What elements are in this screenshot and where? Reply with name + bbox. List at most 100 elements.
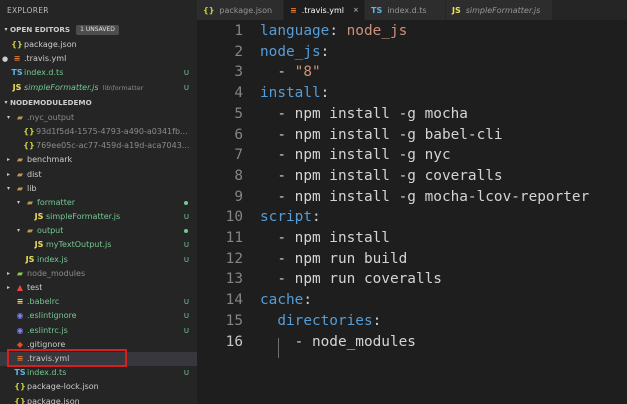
folder-open-icon: ▰ [16, 112, 24, 122]
tab-package-json[interactable]: {} package.json [197, 0, 284, 20]
folder-icon: ▰ [16, 155, 24, 165]
code-line[interactable]: 13 - npm run coveralls [197, 269, 627, 290]
open-editors-label: OPEN EDITORS [10, 25, 71, 34]
tab-travis-yml[interactable]: ≡ .travis.yml × [284, 0, 365, 20]
tree-folder-nyc-output[interactable]: ▾ ▰ .nyc_output [0, 111, 197, 125]
eslint-icon: ◉ [16, 311, 24, 321]
code-line[interactable]: 4 install: [197, 83, 627, 104]
code-text: script: [260, 209, 321, 226]
json-icon: {} [23, 126, 35, 136]
untracked-status: U [183, 312, 189, 321]
editor-tab-bar: {} package.json ≡ .travis.yml × TS index… [197, 0, 627, 20]
folder-open-icon: ▰ [16, 183, 24, 193]
code-line[interactable]: 10 script: [197, 207, 627, 228]
ts-icon: TS [371, 5, 383, 15]
line-number: 6 [234, 126, 243, 143]
code-line[interactable]: 7 - npm install -g nyc [197, 145, 627, 166]
tree-file-gitignore[interactable]: ◆ .gitignore [0, 338, 197, 352]
tree-file-nyc-2[interactable]: {} 769ee05c-ac77-459d-a19d-aca7043... [0, 139, 197, 153]
tree-file-package-lock[interactable]: {} package-lock.json [0, 380, 197, 394]
tree-file-my-text-output[interactable]: JS myTextOutput.js U [0, 238, 197, 252]
untracked-status: U [183, 298, 189, 307]
line-number: 11 [225, 230, 243, 246]
untracked-status: U [183, 326, 189, 335]
chevron-down-icon: ▾ [16, 227, 20, 235]
modified-dot-icon[interactable]: ● [0, 52, 10, 66]
unsaved-badge: 1 UNSAVED [76, 25, 119, 35]
code-line[interactable]: 6 - npm install -g babel-cli [197, 125, 627, 146]
tree-folder-test[interactable]: ▸ ▲ test [0, 281, 197, 295]
open-editor-simple-formatter[interactable]: JS simpleFormatter.js lib\formatter U [0, 81, 197, 95]
tree-folder-dist[interactable]: ▸ ▰ dist [0, 168, 197, 182]
tree-file-nyc-1[interactable]: {} 93d1f5d4-1575-4793-a490-a0341fb... [0, 125, 197, 139]
code-text: - npm run build [260, 250, 408, 267]
json-icon: {} [14, 382, 26, 392]
tree-folder-node-modules[interactable]: ▸ ▰ node_modules [0, 267, 197, 281]
tree-folder-output[interactable]: ▾ ▰ output [0, 224, 197, 238]
code-line[interactable]: 15 directories: [197, 311, 627, 332]
code-line[interactable]: 11 - npm install [197, 228, 627, 249]
tree-file-index-js[interactable]: JS index.js U [0, 253, 197, 267]
git-icon: ◆ [16, 339, 24, 349]
tab-index-d-ts[interactable]: TS index.d.ts [365, 0, 446, 20]
code-line[interactable]: 16 - node_modules [197, 332, 627, 353]
chevron-down-icon: ▾ [4, 98, 8, 106]
tree-folder-lib[interactable]: ▾ ▰ lib [0, 182, 197, 196]
explorer-title: EXPLORER [7, 6, 49, 15]
js-icon: JS [452, 5, 461, 15]
code-text: install: [260, 85, 330, 102]
ts-icon: TS [11, 68, 23, 78]
project-label: NODEMODULEDEMO [10, 97, 92, 107]
code-line[interactable]: 1 language: node_js [197, 21, 627, 42]
tree-folder-benchmark[interactable]: ▸ ▰ benchmark [0, 153, 197, 167]
line-number: 2 [234, 43, 243, 60]
tree-file-babelrc[interactable]: ≡ .babelrc U [0, 295, 197, 309]
js-icon: JS [34, 240, 44, 250]
tree-file-simple-formatter[interactable]: JS simpleFormatter.js U [0, 210, 197, 224]
line-number: 13 [225, 271, 243, 288]
tree-file-package-json[interactable]: {} package.json [0, 395, 197, 404]
js-icon: JS [12, 82, 22, 92]
open-editors-header[interactable]: ▾ OPEN EDITORS 1 UNSAVED [0, 22, 197, 38]
json-icon: {} [203, 5, 215, 15]
tab-simple-formatter[interactable]: JS simpleFormatter.js [446, 0, 553, 20]
untracked-status: U [183, 241, 189, 250]
code-line[interactable]: 5 - npm install -g mocha [197, 104, 627, 125]
changes-dot-icon [184, 229, 188, 234]
babel-icon: ≡ [16, 297, 24, 307]
tree-file-eslintignore[interactable]: ◉ .eslintignore U [0, 309, 197, 323]
code-text: - npm install [260, 230, 390, 246]
code-text: - npm install -g babel-cli [260, 126, 503, 143]
code-line[interactable]: 3 - "8" [197, 62, 627, 83]
line-number: 10 [225, 209, 243, 226]
tree-file-index-d-ts[interactable]: TS index.d.ts U [0, 366, 197, 380]
chevron-right-icon: ▸ [6, 156, 10, 164]
open-editor-package-json[interactable]: {} package.json [0, 38, 197, 52]
code-text: - npm run coveralls [260, 271, 442, 288]
tree-file-eslintrc[interactable]: ◉ .eslintrc.js U [0, 324, 197, 338]
close-icon[interactable]: × [353, 6, 359, 14]
chevron-right-icon: ▸ [6, 170, 10, 178]
code-line[interactable]: 14 cache: [197, 290, 627, 311]
code-line[interactable]: 12 - npm run build [197, 249, 627, 270]
code-editor[interactable]: 1 language: node_js 2 node_js: 3 - "8" 4 insta… [197, 20, 627, 404]
untracked-status: U [183, 83, 189, 92]
vscode-window: EXPLORER ▾ OPEN EDITORS 1 UNSAVED {} pac… [0, 0, 627, 404]
eslint-icon: ◉ [16, 325, 24, 335]
line-number: 12 [225, 250, 243, 267]
yml-icon: ≡ [16, 353, 24, 363]
code-line[interactable]: 8 - npm install -g coveralls [197, 166, 627, 187]
code-line[interactable]: 9 - npm install -g mocha-lcov-reporter [197, 187, 627, 208]
open-editor-index-d-ts[interactable]: TS index.d.ts U [0, 66, 197, 80]
open-editor-travis-yml[interactable]: ● ≡ .travis.yml [0, 52, 197, 66]
project-header[interactable]: ▾ NODEMODULEDEMO [0, 95, 197, 111]
tree-file-travis-yml[interactable]: ≡ .travis.yml [0, 351, 197, 367]
code-text: - npm install -g nyc [260, 147, 451, 164]
code-text: - "8" [260, 64, 321, 81]
code-text: node_js: [260, 43, 330, 60]
folder-open-icon: ▰ [26, 197, 34, 207]
tree-folder-formatter[interactable]: ▾ ▰ formatter [0, 196, 197, 210]
code-line[interactable]: 2 node_js: [197, 42, 627, 63]
js-icon: JS [25, 254, 35, 264]
file-path-hint: lib\formatter [102, 83, 144, 92]
